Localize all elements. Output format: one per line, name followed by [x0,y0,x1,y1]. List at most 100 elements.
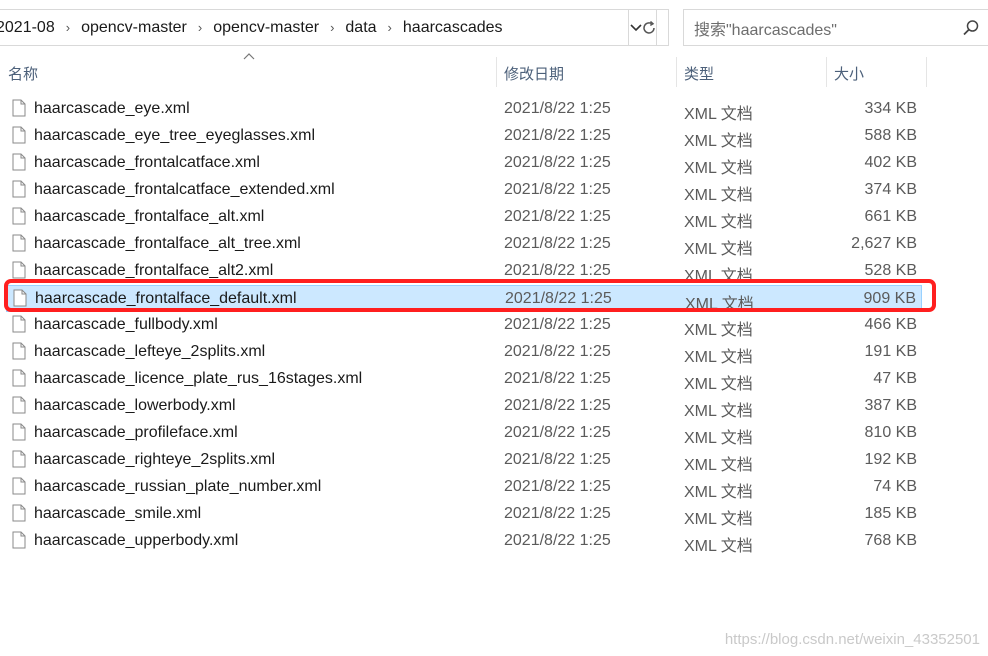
file-name: haarcascade_frontalface_alt_tree.xml [34,235,301,252]
breadcrumb-item[interactable]: haarcascades [403,19,503,37]
column-header: 名称 修改日期 类型 大小 [0,57,988,87]
column-size-header[interactable]: 大小 [834,63,864,84]
file-row[interactable]: haarcascade_eye_tree_eyeglasses.xml 2021/… [6,123,922,150]
file-type: XML 文档 [684,349,753,366]
file-row[interactable]: haarcascade_frontalface_alt_tree.xml 2021… [6,231,922,258]
file-size: 334 KB [864,100,917,117]
file-date: 2021/8/22 1:25 [504,424,611,441]
file-type: XML 文档 [684,133,753,150]
file-date: 2021/8/22 1:25 [504,532,611,549]
file-date: 2021/8/22 1:25 [504,262,611,279]
document-icon [12,180,26,203]
file-name: haarcascade_russian_plate_number.xml [34,478,322,495]
column-divider[interactable] [496,57,497,87]
file-name: haarcascade_lowerbody.xml [34,397,236,414]
file-date: 2021/8/22 1:25 [504,370,611,387]
file-row[interactable]: haarcascade_frontalcatface.xml 2021/8/22 … [6,150,922,177]
file-name: haarcascade_licence_plate_rus_16stages.x… [34,370,363,387]
column-name-header[interactable]: 名称 [8,63,38,84]
column-divider[interactable] [826,57,827,87]
document-icon [12,315,26,338]
file-size: 661 KB [864,208,917,225]
file-type: XML 文档 [684,241,753,258]
file-size: 387 KB [864,397,917,414]
file-row[interactable]: haarcascade_profileface.xml 2021/8/22 1:2… [6,420,922,447]
column-date-header[interactable]: 修改日期 [504,63,564,84]
file-size: 74 KB [873,478,917,495]
file-row[interactable]: haarcascade_lefteye_2splits.xml 2021/8/22… [6,339,922,366]
file-date: 2021/8/22 1:25 [504,181,611,198]
file-type: XML 文档 [684,376,753,393]
file-size: 191 KB [864,343,917,360]
breadcrumb-item[interactable]: opencv-master [81,19,187,37]
file-type: XML 文档 [684,187,753,204]
column-type-header[interactable]: 类型 [684,63,714,84]
file-date: 2021/8/22 1:25 [504,478,611,495]
refresh-button[interactable] [628,9,669,46]
document-icon [12,423,26,446]
refresh-icon [642,20,655,34]
chevron-right-icon[interactable]: › [388,20,392,35]
file-row[interactable]: haarcascade_frontalface_alt.xml 2021/8/22… [6,204,922,231]
file-type: XML 文档 [684,403,753,420]
file-row[interactable]: haarcascade_frontalface_alt2.xml 2021/8/2… [6,258,922,285]
file-row[interactable]: haarcascade_lowerbody.xml 2021/8/22 1:25 X… [6,393,922,420]
address-bar[interactable]: 2021-08 › opencv-master › opencv-master › data… [0,9,657,46]
file-type: XML 文档 [684,322,753,339]
file-size: 588 KB [864,127,917,144]
file-row[interactable]: haarcascade_upperbody.xml 2021/8/22 1:25 X… [6,528,922,555]
breadcrumb-item[interactable]: 2021-08 [0,19,55,37]
file-name: haarcascade_frontalface_alt.xml [34,208,265,225]
file-row[interactable]: haarcascade_frontalface_default.xml 2021/… [6,285,922,313]
file-type: XML 文档 [684,430,753,447]
file-name: haarcascade_lefteye_2splits.xml [34,343,266,360]
column-divider[interactable] [676,57,677,87]
file-row[interactable]: haarcascade_russian_plate_number.xml 2021… [6,474,922,501]
document-icon [12,450,26,473]
chevron-right-icon[interactable]: › [66,20,70,35]
file-name: haarcascade_frontalcatface_extended.xml [34,181,335,198]
file-row[interactable]: haarcascade_eye.xml 2021/8/22 1:25 XML 文档 3… [6,96,922,123]
file-date: 2021/8/22 1:25 [505,290,612,307]
file-size: 466 KB [864,316,917,333]
file-date: 2021/8/22 1:25 [504,127,611,144]
file-type: XML 文档 [684,511,753,528]
breadcrumb-item[interactable]: data [345,19,376,37]
file-date: 2021/8/22 1:25 [504,100,611,117]
document-icon [12,99,26,122]
watermark: https://blog.csdn.net/weixin_43352501 [724,631,980,648]
file-size: 185 KB [864,505,917,522]
file-name: haarcascade_frontalcatface.xml [34,154,260,171]
document-icon [12,369,26,392]
file-row[interactable]: haarcascade_frontalcatface_extended.xml 2… [6,177,922,204]
file-size: 2,627 KB [851,235,917,252]
file-type: XML 文档 [684,457,753,474]
file-name: haarcascade_frontalface_default.xml [35,290,297,307]
document-icon [12,396,26,419]
column-divider[interactable] [926,57,927,87]
file-date: 2021/8/22 1:25 [504,451,611,468]
file-row[interactable]: haarcascade_fullbody.xml 2021/8/22 1:25 XM… [6,312,922,339]
file-name: haarcascade_upperbody.xml [34,532,239,549]
document-icon [12,531,26,554]
file-date: 2021/8/22 1:25 [504,505,611,522]
file-size: 402 KB [864,154,917,171]
search-input[interactable]: 搜索"haarcascades" [683,9,988,46]
file-row[interactable]: haarcascade_smile.xml 2021/8/22 1:25 XML 文… [6,501,922,528]
file-size: 374 KB [864,181,917,198]
file-row[interactable]: haarcascade_righteye_2splits.xml 2021/8/2… [6,447,922,474]
chevron-right-icon[interactable]: › [198,20,202,35]
file-date: 2021/8/22 1:25 [504,343,611,360]
document-icon [12,477,26,500]
file-row[interactable]: haarcascade_licence_plate_rus_16stages.x… [6,366,922,393]
file-name: haarcascade_eye_tree_eyeglasses.xml [34,127,316,144]
breadcrumb-item[interactable]: opencv-master [213,19,319,37]
file-name: haarcascade_profileface.xml [34,424,238,441]
chevron-right-icon[interactable]: › [330,20,334,35]
file-type: XML 文档 [684,538,753,555]
document-icon [12,342,26,365]
file-type: XML 文档 [684,484,753,501]
file-date: 2021/8/22 1:25 [504,208,611,225]
document-icon [12,153,26,176]
file-size: 192 KB [864,451,917,468]
